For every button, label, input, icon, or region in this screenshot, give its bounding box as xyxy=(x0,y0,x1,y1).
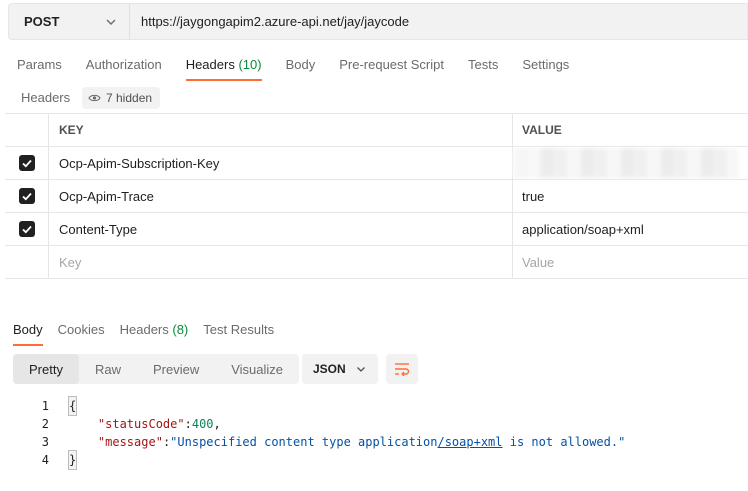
header-key[interactable]: Ocp-Apim-Trace xyxy=(49,180,513,212)
tab-params-label: Params xyxy=(17,57,62,72)
open-brace: { xyxy=(67,396,78,416)
headers-table: KEY VALUE Ocp-Apim-Subscription-Key Ocp-… xyxy=(5,113,748,279)
tab-headers-label: Headers xyxy=(185,57,235,72)
checkmark-icon xyxy=(21,192,32,200)
checkmark-icon xyxy=(21,225,32,233)
header-key[interactable]: Content-Type xyxy=(49,213,513,245)
headers-count: (10) xyxy=(238,57,262,72)
method-select[interactable]: POST xyxy=(8,3,129,40)
comma: , xyxy=(213,417,221,431)
line-number: 3 xyxy=(41,435,49,449)
checkbox-column-header xyxy=(5,114,49,146)
tab-tests[interactable]: Tests xyxy=(468,57,498,81)
row-checkbox[interactable] xyxy=(18,221,35,237)
tab-response-body[interactable]: Body xyxy=(13,322,43,346)
tab-settings-label: Settings xyxy=(522,57,570,72)
header-key[interactable]: Ocp-Apim-Subscription-Key xyxy=(49,147,513,179)
tab-response-body-label: Body xyxy=(13,322,43,337)
checkmark-icon xyxy=(21,159,32,167)
row-checkbox-cell xyxy=(5,180,49,212)
new-value-input[interactable]: Value xyxy=(513,246,748,278)
wrap-lines-button[interactable] xyxy=(386,354,418,384)
hidden-headers-toggle[interactable]: 7 hidden xyxy=(82,87,161,109)
row-checkbox-cell xyxy=(5,147,49,179)
tab-pre-request-label: Pre-request Script xyxy=(339,57,444,72)
format-select[interactable]: JSON xyxy=(302,354,378,384)
tab-pre-request-script[interactable]: Pre-request Script xyxy=(339,57,444,81)
table-row: Content-Type application/soap+xml xyxy=(5,213,748,246)
tab-tests-label: Tests xyxy=(467,57,499,72)
row-checkbox-cell xyxy=(5,246,49,278)
json-value-message-link[interactable]: /soap+xml xyxy=(437,433,502,451)
json-value-statuscode: 400 xyxy=(191,417,214,431)
colon: : xyxy=(162,435,171,449)
tab-params[interactable]: Params xyxy=(17,57,62,81)
value-column-header: VALUE xyxy=(522,123,562,137)
table-row: Ocp-Apim-Trace true xyxy=(5,180,748,213)
colon: : xyxy=(184,417,192,431)
json-key-message: "message" xyxy=(97,435,163,449)
code-line: 2 "statusCode": 400, xyxy=(30,415,625,433)
line-number: 4 xyxy=(41,453,49,467)
url-text: https://jaygongapim2.azure-api.net/jay/j… xyxy=(141,14,410,29)
json-value-message-start: "Unspecified content type application xyxy=(170,435,438,449)
line-number: 1 xyxy=(41,399,49,413)
method-label: POST xyxy=(24,14,60,29)
tab-body[interactable]: Body xyxy=(286,57,316,81)
tab-cookies[interactable]: Cookies xyxy=(58,322,105,346)
hidden-headers-label: 7 hidden xyxy=(106,91,153,105)
request-bar: POST https://jaygongapim2.azure-api.net/… xyxy=(8,3,748,40)
tab-test-results[interactable]: Test Results xyxy=(203,322,274,346)
wrap-lines-icon xyxy=(395,363,410,376)
table-row: Ocp-Apim-Subscription-Key xyxy=(5,147,748,180)
tab-cookies-label: Cookies xyxy=(57,322,105,337)
chevron-down-icon xyxy=(357,367,365,372)
tab-test-results-label: Test Results xyxy=(203,322,275,337)
json-key-statuscode: "statusCode" xyxy=(97,417,185,431)
tab-authorization[interactable]: Authorization xyxy=(86,57,162,81)
close-brace: } xyxy=(67,450,78,470)
url-input[interactable]: https://jaygongapim2.azure-api.net/jay/j… xyxy=(129,3,748,40)
row-checkbox[interactable] xyxy=(18,188,35,204)
tab-headers[interactable]: Headers (10) xyxy=(185,57,262,81)
chevron-down-icon xyxy=(106,19,116,25)
key-column-header: KEY xyxy=(49,114,513,146)
header-value-redacted[interactable] xyxy=(513,147,748,179)
code-line: 4 } xyxy=(30,450,625,470)
view-visualize[interactable]: Visualize xyxy=(215,354,299,384)
response-headers-count: (8) xyxy=(172,322,189,337)
tab-response-headers[interactable]: Headers (8) xyxy=(120,322,189,346)
view-raw[interactable]: Raw xyxy=(79,354,137,384)
row-checkbox[interactable] xyxy=(18,155,35,171)
json-value-message-end: is not allowed." xyxy=(502,435,626,449)
format-label: JSON xyxy=(313,362,346,376)
response-body-code[interactable]: 1 { 2 "statusCode": 400, 3 "message": "U… xyxy=(30,396,626,470)
line-number: 2 xyxy=(41,417,49,431)
redacted-value xyxy=(513,148,739,178)
response-tabs: Body Cookies Headers (8) Test Results xyxy=(13,322,289,346)
tab-body-label: Body xyxy=(285,57,316,72)
new-key-input[interactable]: Key xyxy=(49,246,513,278)
table-row-new: Key Value xyxy=(5,246,748,279)
tab-response-headers-label: Headers xyxy=(119,322,169,337)
row-checkbox-cell xyxy=(5,213,49,245)
code-line: 1 { xyxy=(30,396,625,416)
view-mode-selector: Pretty Raw Preview Visualize xyxy=(13,354,300,384)
view-preview[interactable]: Preview xyxy=(137,354,215,384)
table-header-row: KEY VALUE xyxy=(5,114,748,147)
headers-section-label: Headers xyxy=(21,90,71,105)
header-value[interactable]: application/soap+xml xyxy=(513,213,748,245)
view-pretty[interactable]: Pretty xyxy=(13,354,79,384)
header-value[interactable]: true xyxy=(513,180,748,212)
request-tabs: Params Authorization Headers (10) Body P… xyxy=(17,57,593,81)
tab-settings[interactable]: Settings xyxy=(522,57,569,81)
eye-icon xyxy=(88,94,101,102)
code-line: 3 "message": "Unspecified content type a… xyxy=(30,433,626,451)
tab-authorization-label: Authorization xyxy=(85,57,162,72)
